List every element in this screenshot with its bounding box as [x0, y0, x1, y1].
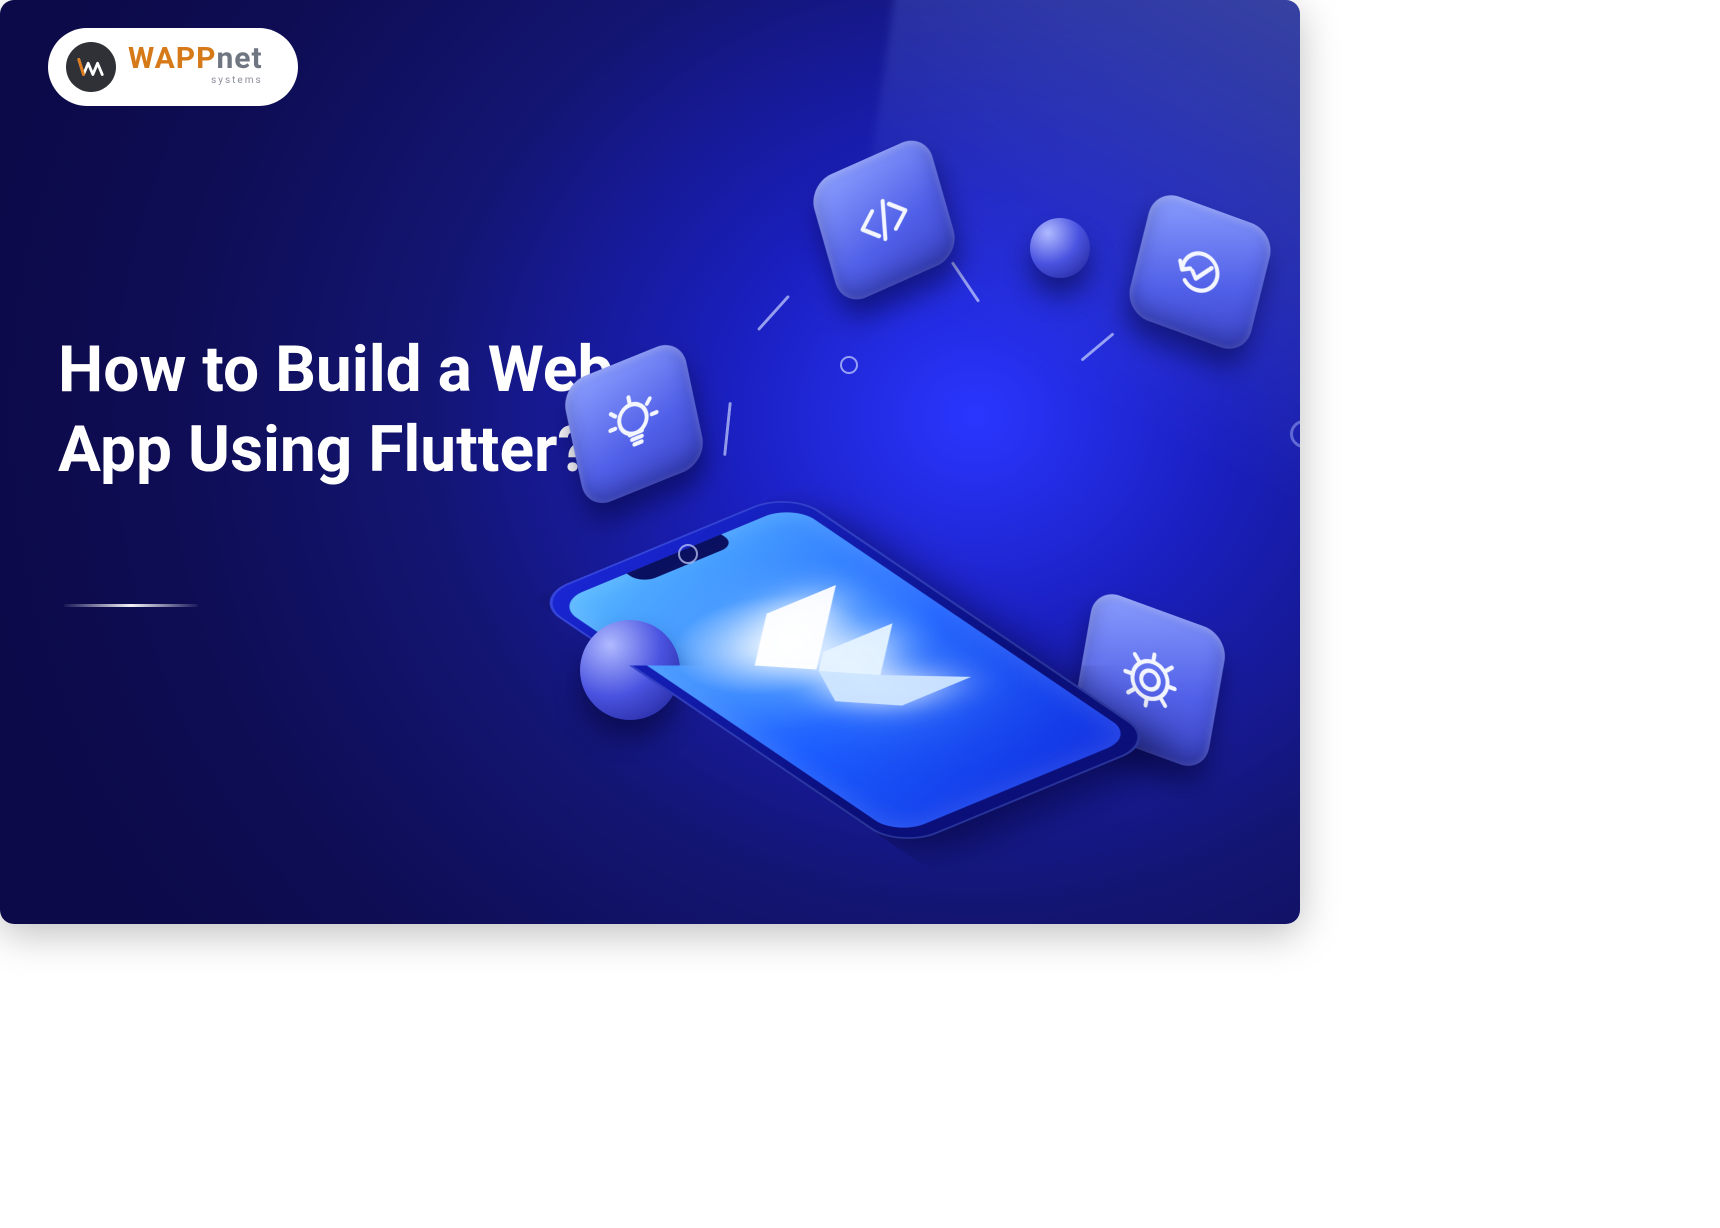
- flutter-logo-icon: [689, 584, 974, 738]
- code-icon: [807, 132, 960, 308]
- decorative-ring-icon: [1290, 420, 1300, 448]
- decorative-ring-icon: [840, 356, 858, 374]
- brand-logo: WAPP net systems: [48, 28, 298, 106]
- decorative-tick-icon: [951, 261, 980, 302]
- decorative-tick-icon: [757, 295, 790, 331]
- title-underline: [64, 604, 198, 607]
- brand-mark-icon: [66, 42, 116, 92]
- page-title: How to Build a Web App Using Flutter?: [58, 330, 618, 490]
- brand-word-left: WAPP: [128, 44, 216, 74]
- sync-icon: [1124, 188, 1276, 356]
- brand-wordmark: WAPP net: [128, 44, 263, 74]
- decorative-sphere-icon: [1030, 218, 1090, 278]
- decorative-tick-icon: [1080, 332, 1114, 361]
- hero-banner: WAPP net systems How to Build a Web App …: [0, 0, 1300, 924]
- lightbulb-icon: [560, 337, 707, 511]
- brand-subtitle: systems: [128, 76, 263, 86]
- decorative-ring-icon: [678, 544, 698, 564]
- brand-word-right: net: [216, 44, 262, 74]
- decorative-tick-icon: [723, 402, 732, 456]
- illustration: [540, 140, 1280, 900]
